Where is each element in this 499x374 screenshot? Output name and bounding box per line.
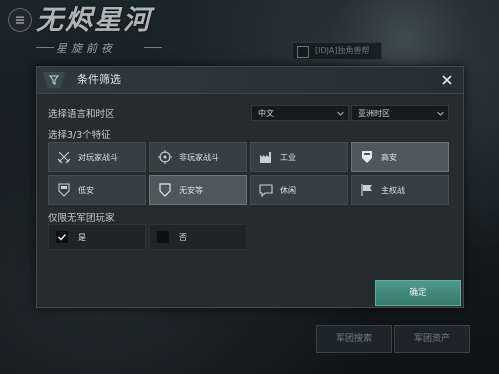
trait-sovereignty[interactable]: 主权战 bbox=[351, 175, 449, 205]
checkbox-unchecked bbox=[157, 231, 169, 243]
trait-label: 主权战 bbox=[381, 185, 405, 195]
trait-label: 高安 bbox=[381, 152, 397, 162]
yes-label: 是 bbox=[78, 232, 86, 242]
modal-title: 条件筛选 bbox=[77, 73, 121, 86]
flag-icon bbox=[359, 182, 375, 198]
close-button[interactable] bbox=[439, 72, 455, 88]
trait-low-sec[interactable]: 低安 bbox=[48, 175, 146, 205]
shield-low-icon bbox=[56, 182, 72, 198]
trait-casual[interactable]: 休闲 bbox=[250, 175, 348, 205]
language-section-label: 选择语言和时区 bbox=[48, 109, 115, 120]
timezone-select-value: 亚洲时区 bbox=[358, 109, 390, 118]
trait-label: 无安等 bbox=[179, 185, 203, 195]
chevron-down-icon bbox=[337, 111, 344, 116]
filter-modal: 条件筛选 选择语言和时区 中文 亚洲时区 选择3/3个特征 对玩家战斗 非玩家战… bbox=[36, 66, 464, 308]
trait-label: 休闲 bbox=[280, 185, 296, 195]
no-label: 否 bbox=[179, 232, 187, 242]
target-icon bbox=[157, 149, 173, 165]
confirm-button[interactable]: 确定 bbox=[375, 280, 461, 306]
chevron-down-icon bbox=[437, 111, 444, 116]
filter-icon bbox=[43, 72, 65, 88]
check-icon bbox=[58, 234, 67, 241]
checkbox-checked bbox=[56, 231, 68, 243]
no-legion-no-option[interactable]: 否 bbox=[149, 224, 247, 250]
factory-icon bbox=[258, 149, 274, 165]
no-legion-section-label: 仅限无军团玩家 bbox=[48, 213, 115, 224]
trait-label: 低安 bbox=[78, 185, 94, 195]
trait-pve[interactable]: 非玩家战斗 bbox=[149, 142, 247, 172]
trait-label: 对玩家战斗 bbox=[78, 152, 118, 162]
trait-pvp[interactable]: 对玩家战斗 bbox=[48, 142, 146, 172]
trait-label: 工业 bbox=[280, 152, 296, 162]
trait-high-sec[interactable]: 高安 bbox=[351, 142, 449, 172]
traits-section-label: 选择3/3个特征 bbox=[48, 130, 111, 141]
shield-high-icon bbox=[359, 149, 375, 165]
chat-bubble-icon bbox=[258, 182, 274, 198]
language-select[interactable]: 中文 bbox=[251, 105, 349, 121]
language-select-value: 中文 bbox=[258, 109, 274, 118]
timezone-select[interactable]: 亚洲时区 bbox=[351, 105, 449, 121]
trait-industry[interactable]: 工业 bbox=[250, 142, 348, 172]
trait-label: 非玩家战斗 bbox=[179, 152, 219, 162]
no-legion-yes-option[interactable]: 是 bbox=[48, 224, 146, 250]
shield-empty-icon bbox=[157, 182, 173, 198]
crossed-swords-icon bbox=[56, 149, 72, 165]
modal-header: 条件筛选 bbox=[37, 67, 463, 94]
trait-null-sec[interactable]: 无安等 bbox=[149, 175, 247, 205]
close-icon bbox=[442, 75, 452, 85]
